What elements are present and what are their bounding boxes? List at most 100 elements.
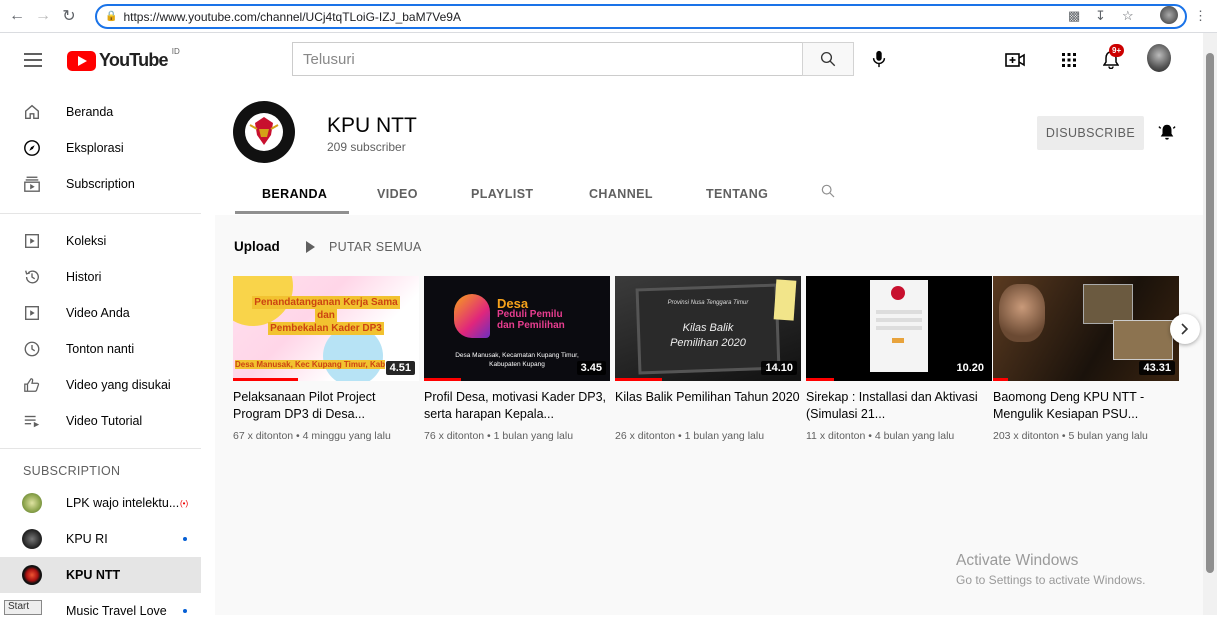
region-code: ID (171, 47, 180, 56)
video-title[interactable]: Pelaksanaan Pilot Project Program DP3 di… (233, 389, 419, 423)
youtube-logo[interactable]: YouTube ID (67, 47, 180, 71)
watch-progress-bar (806, 378, 834, 381)
avatar (22, 493, 42, 513)
forward-arrow-icon[interactable]: → (32, 5, 54, 27)
video-thumbnail[interactable]: Provinsi Nusa Tenggara Timur Kilas Balik… (615, 276, 801, 381)
notifications-badge: 9+ (1109, 44, 1125, 57)
play-all-button[interactable]: PUTAR SEMUA (306, 240, 422, 254)
video-card[interactable]: 10.20 Sirekap : Installasi dan Aktivasi … (806, 276, 992, 442)
logo-wordmark: YouTube (99, 50, 169, 70)
watermark-subtitle: Go to Settings to activate Windows. (956, 573, 1146, 587)
new-content-dot (183, 609, 187, 613)
video-title[interactable]: Sirekap : Installasi dan Aktivasi (Simul… (806, 389, 992, 423)
create-video-button[interactable] (1003, 48, 1027, 72)
compass-icon (22, 138, 42, 158)
video-thumbnail[interactable]: 43.31 (993, 276, 1179, 381)
sidebar-item-histori[interactable]: Histori (0, 259, 201, 295)
thumb-text: Desa Manusak, Kec Kupang Timur, Kab. Kup… (235, 360, 385, 369)
sidebar-item-label: Beranda (66, 105, 114, 119)
home-icon (22, 102, 42, 122)
sidebar-item-label: KPU RI (66, 532, 108, 546)
bookmark-star-icon[interactable]: ☆ (1122, 8, 1134, 24)
apps-button[interactable] (1057, 48, 1081, 72)
sidebar-item-label: Video Anda (66, 306, 130, 320)
search-button[interactable] (802, 42, 854, 76)
unsubscribe-button[interactable]: DISUBSCRIBE (1037, 116, 1144, 150)
sidebar-item-label: Histori (66, 270, 102, 284)
back-arrow-icon[interactable]: ← (6, 5, 28, 27)
notifications-button[interactable]: 9+ (1099, 44, 1125, 72)
tab-beranda[interactable]: BERANDA (262, 187, 327, 201)
channel-header: KPU NTT 209 subscriber DISUBSCRIBE BERAN… (215, 89, 1203, 215)
sidebar-sub-lpk-wajo[interactable]: LPK wajo intelektu... (•) (0, 485, 201, 521)
sidebar-item-beranda[interactable]: Beranda (0, 94, 201, 130)
video-title[interactable]: Profil Desa, motivasi Kader DP3, serta h… (424, 389, 610, 423)
your-videos-icon (22, 303, 42, 323)
thumb-text: Pemilihan 2020 (670, 337, 746, 349)
scrollbar-thumb[interactable] (1206, 53, 1214, 573)
watch-progress-bar (615, 378, 662, 381)
channel-avatar[interactable] (233, 101, 295, 163)
sidebar-sub-kpu-ri[interactable]: KPU RI (0, 521, 201, 557)
sidebar-item-label: Tonton nanti (66, 342, 135, 356)
sidebar-item-video-tutorial[interactable]: Video Tutorial (0, 403, 201, 439)
tab-playlist[interactable]: PLAYLIST (471, 187, 533, 201)
sidebar-item-label: Eksplorasi (66, 141, 124, 155)
browser-toolbar: ← → ↻ 🔒 https://www.youtube.com/channel/… (0, 0, 1217, 33)
thumb-text: Provinsi Nusa Tenggara Timur (667, 300, 749, 306)
reload-icon[interactable]: ↻ (58, 5, 80, 27)
video-meta: 76 x ditonton • 1 bulan yang lalu (424, 430, 574, 442)
video-card[interactable]: Desa Peduli Pemilu dan Pemilihan Desa Ma… (424, 276, 610, 442)
sidebar-item-eksplorasi[interactable]: Eksplorasi (0, 130, 201, 166)
play-all-label: PUTAR SEMUA (329, 240, 422, 254)
youtube-play-icon (67, 50, 96, 71)
address-bar[interactable]: 🔒 https://www.youtube.com/channel/UCj4tq… (95, 4, 1187, 29)
notification-bell-button[interactable] (1158, 123, 1176, 146)
sidebar-item-koleksi[interactable]: Koleksi (0, 223, 201, 259)
video-card[interactable]: Penandatanganan Kerja Sama dan Pembekala… (233, 276, 419, 442)
microphone-icon (872, 50, 886, 68)
video-thumbnail[interactable]: Desa Peduli Pemilu dan Pemilihan Desa Ma… (424, 276, 610, 381)
active-tab-indicator (235, 211, 349, 214)
shelf-next-button[interactable] (1170, 314, 1200, 344)
channel-search-button[interactable] (820, 183, 836, 204)
page-scrollbar[interactable] (1203, 33, 1217, 615)
video-card[interactable]: Provinsi Nusa Tenggara Timur Kilas Balik… (615, 276, 801, 442)
video-thumbnail[interactable]: Penandatanganan Kerja Sama dan Pembekala… (233, 276, 419, 381)
watch-progress-bar (424, 378, 462, 381)
video-thumbnail[interactable]: 10.20 (806, 276, 992, 381)
sidebar-item-liked-videos[interactable]: Video yang disukai (0, 367, 201, 403)
install-app-icon[interactable]: ↧ (1095, 8, 1106, 24)
sidebar-item-label: LPK wajo intelektu... (66, 496, 180, 510)
thumb-text: Peduli Pemilu (497, 309, 563, 320)
account-avatar[interactable] (1147, 44, 1171, 72)
sidebar-sub-kpu-ntt[interactable]: KPU NTT (0, 557, 201, 593)
thumb-text: dan Pemilihan (497, 320, 565, 331)
sidebar-item-video-anda[interactable]: Video Anda (0, 295, 201, 331)
video-title[interactable]: Kilas Balik Pemilihan Tahun 2020 (615, 389, 801, 423)
video-card[interactable]: 43.31 Baomong Deng KPU NTT - Mengulik Ke… (993, 276, 1179, 442)
sidebar-item-label: KPU NTT (66, 568, 121, 582)
avatar (22, 529, 42, 549)
start-button[interactable]: Start (4, 600, 42, 615)
thumb-text: Penandatanganan Kerja Sama (252, 296, 400, 309)
avatar (22, 565, 42, 585)
uploads-shelf-title[interactable]: Upload (234, 239, 280, 254)
video-meta: 11 x ditonton • 4 bulan yang lalu (806, 430, 955, 442)
browser-menu-icon[interactable]: ⋮ (1194, 8, 1207, 24)
thumbs-up-icon (22, 375, 42, 395)
tab-channel[interactable]: CHANNEL (589, 187, 653, 201)
sidebar-item-tonton-nanti[interactable]: Tonton nanti (0, 331, 201, 367)
voice-search-button[interactable] (866, 46, 892, 72)
windows-activation-watermark: Activate Windows Go to Settings to activ… (956, 552, 1145, 587)
video-title[interactable]: Baomong Deng KPU NTT - Mengulik Kesiapan… (993, 389, 1179, 423)
hamburger-menu-icon[interactable] (24, 53, 42, 67)
video-meta: 67 x ditonton • 4 minggu yang lalu (233, 430, 391, 442)
profile-avatar-icon[interactable] (1160, 6, 1178, 24)
sidebar-item-subscription[interactable]: Subscription (0, 166, 201, 202)
sidebar-item-label: Video yang disukai (66, 378, 171, 392)
tab-tentang[interactable]: TENTANG (706, 187, 768, 201)
tab-video[interactable]: VIDEO (377, 187, 418, 201)
search-input[interactable]: Telusuri (292, 42, 803, 76)
qr-code-icon[interactable]: ▩ (1068, 8, 1080, 24)
